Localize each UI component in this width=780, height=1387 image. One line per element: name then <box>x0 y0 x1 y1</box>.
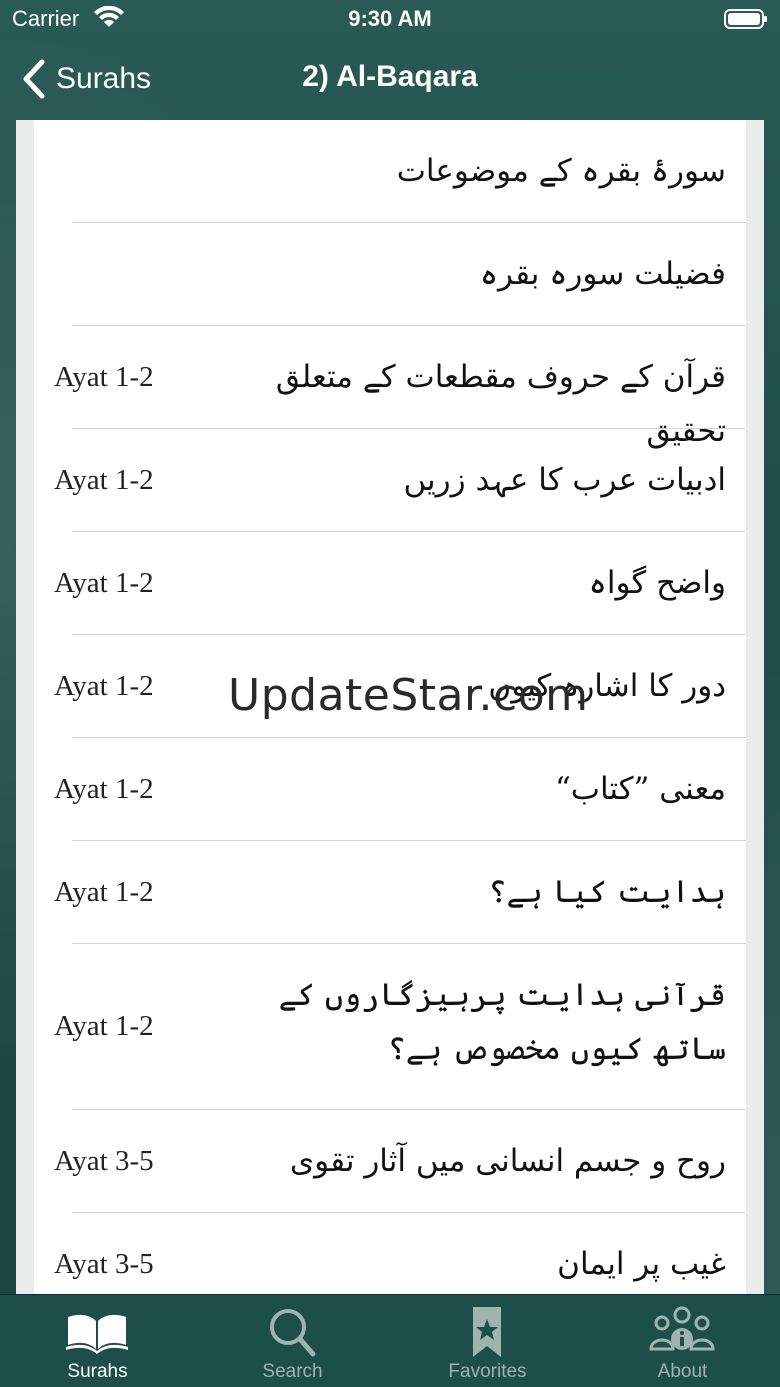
topic-title: فضیلت سورہ بقرہ <box>479 256 726 292</box>
status-time: 9:30 AM <box>348 6 432 31</box>
open-book-icon <box>66 1314 128 1354</box>
ayat-range: Ayat 1-2 <box>54 567 154 599</box>
tab-search[interactable]: Search <box>195 1295 390 1387</box>
bookmark-star-icon <box>473 1307 501 1357</box>
tab-favorites[interactable]: Favorites <box>390 1295 585 1387</box>
topic-title: روح و جسم انسانی میں آثار تقوی <box>289 1143 726 1179</box>
ayat-range: Ayat 3-5 <box>54 1248 154 1280</box>
ayat-range: Ayat 1-2 <box>54 1010 154 1042</box>
list-item[interactable]: غیب پر ایمان Ayat 3-5 <box>34 1213 746 1294</box>
ayat-range: Ayat 1-2 <box>54 464 154 496</box>
list-item[interactable]: فضیلت سورہ بقرہ <box>34 223 746 326</box>
topic-title: ہدایت کیا ہے؟ <box>488 874 726 910</box>
tab-bar: Surahs Search Favorites About <box>0 1294 780 1387</box>
list-item[interactable]: روح و جسم انسانی میں آثار تقوی Ayat 3-5 <box>34 1110 746 1213</box>
search-icon <box>270 1309 316 1357</box>
topic-title: قرآنی ہدایت پرہیزگاروں کے ساتھ کیوں مخصو… <box>278 977 726 1067</box>
tab-label: Favorites <box>448 1361 527 1382</box>
list-item[interactable]: قرآنی ہدایت پرہیزگاروں کے ساتھ کیوں مخصو… <box>34 944 746 1110</box>
list-item[interactable]: ادبیات عرب کا عہد زریں Ayat 1-2 <box>34 429 746 532</box>
status-bar: Carrier 9:30 AM <box>0 0 780 40</box>
list-item[interactable]: قرآن کے حروف مقطعات کے متعلق تحقیق Ayat … <box>34 326 746 449</box>
tab-label: About <box>657 1361 708 1382</box>
tab-label: Surahs <box>67 1361 128 1382</box>
topic-title: معنی ”کتاب“ <box>554 771 726 807</box>
navigation-bar: Surahs 2) Al-Baqara <box>0 40 780 120</box>
tab-about[interactable]: About <box>585 1295 780 1387</box>
topic-title: سورۂ بقرہ کے موضوعات <box>396 153 726 189</box>
list-item[interactable]: واضح گواہ Ayat 1-2 <box>34 532 746 635</box>
topic-title: ادبیات عرب کا عہد زریں <box>403 462 726 498</box>
ayat-range: Ayat 1-2 <box>54 361 154 393</box>
list-item[interactable]: سورۂ بقرہ کے موضوعات <box>34 120 746 223</box>
list-item[interactable]: معنی ”کتاب“ Ayat 1-2 <box>34 738 746 841</box>
ayat-range: Ayat 1-2 <box>54 773 154 805</box>
ayat-range: Ayat 1-2 <box>54 876 154 908</box>
tab-label: Search <box>262 1361 323 1382</box>
ayat-range: Ayat 3-5 <box>54 1145 154 1177</box>
ayat-range: Ayat 1-2 <box>54 670 154 702</box>
watermark-text: UpdateStar.com <box>228 670 589 721</box>
topic-title: واضح گواہ <box>588 565 726 601</box>
topic-title: غیب پر ایمان <box>557 1246 726 1282</box>
tab-surahs[interactable]: Surahs <box>0 1295 195 1387</box>
people-info-icon <box>649 1306 715 1351</box>
battery-icon <box>724 9 767 29</box>
list-item[interactable]: ہدایت کیا ہے؟ Ayat 1-2 <box>34 841 746 944</box>
page-title: 2) Al-Baqara <box>302 60 478 93</box>
